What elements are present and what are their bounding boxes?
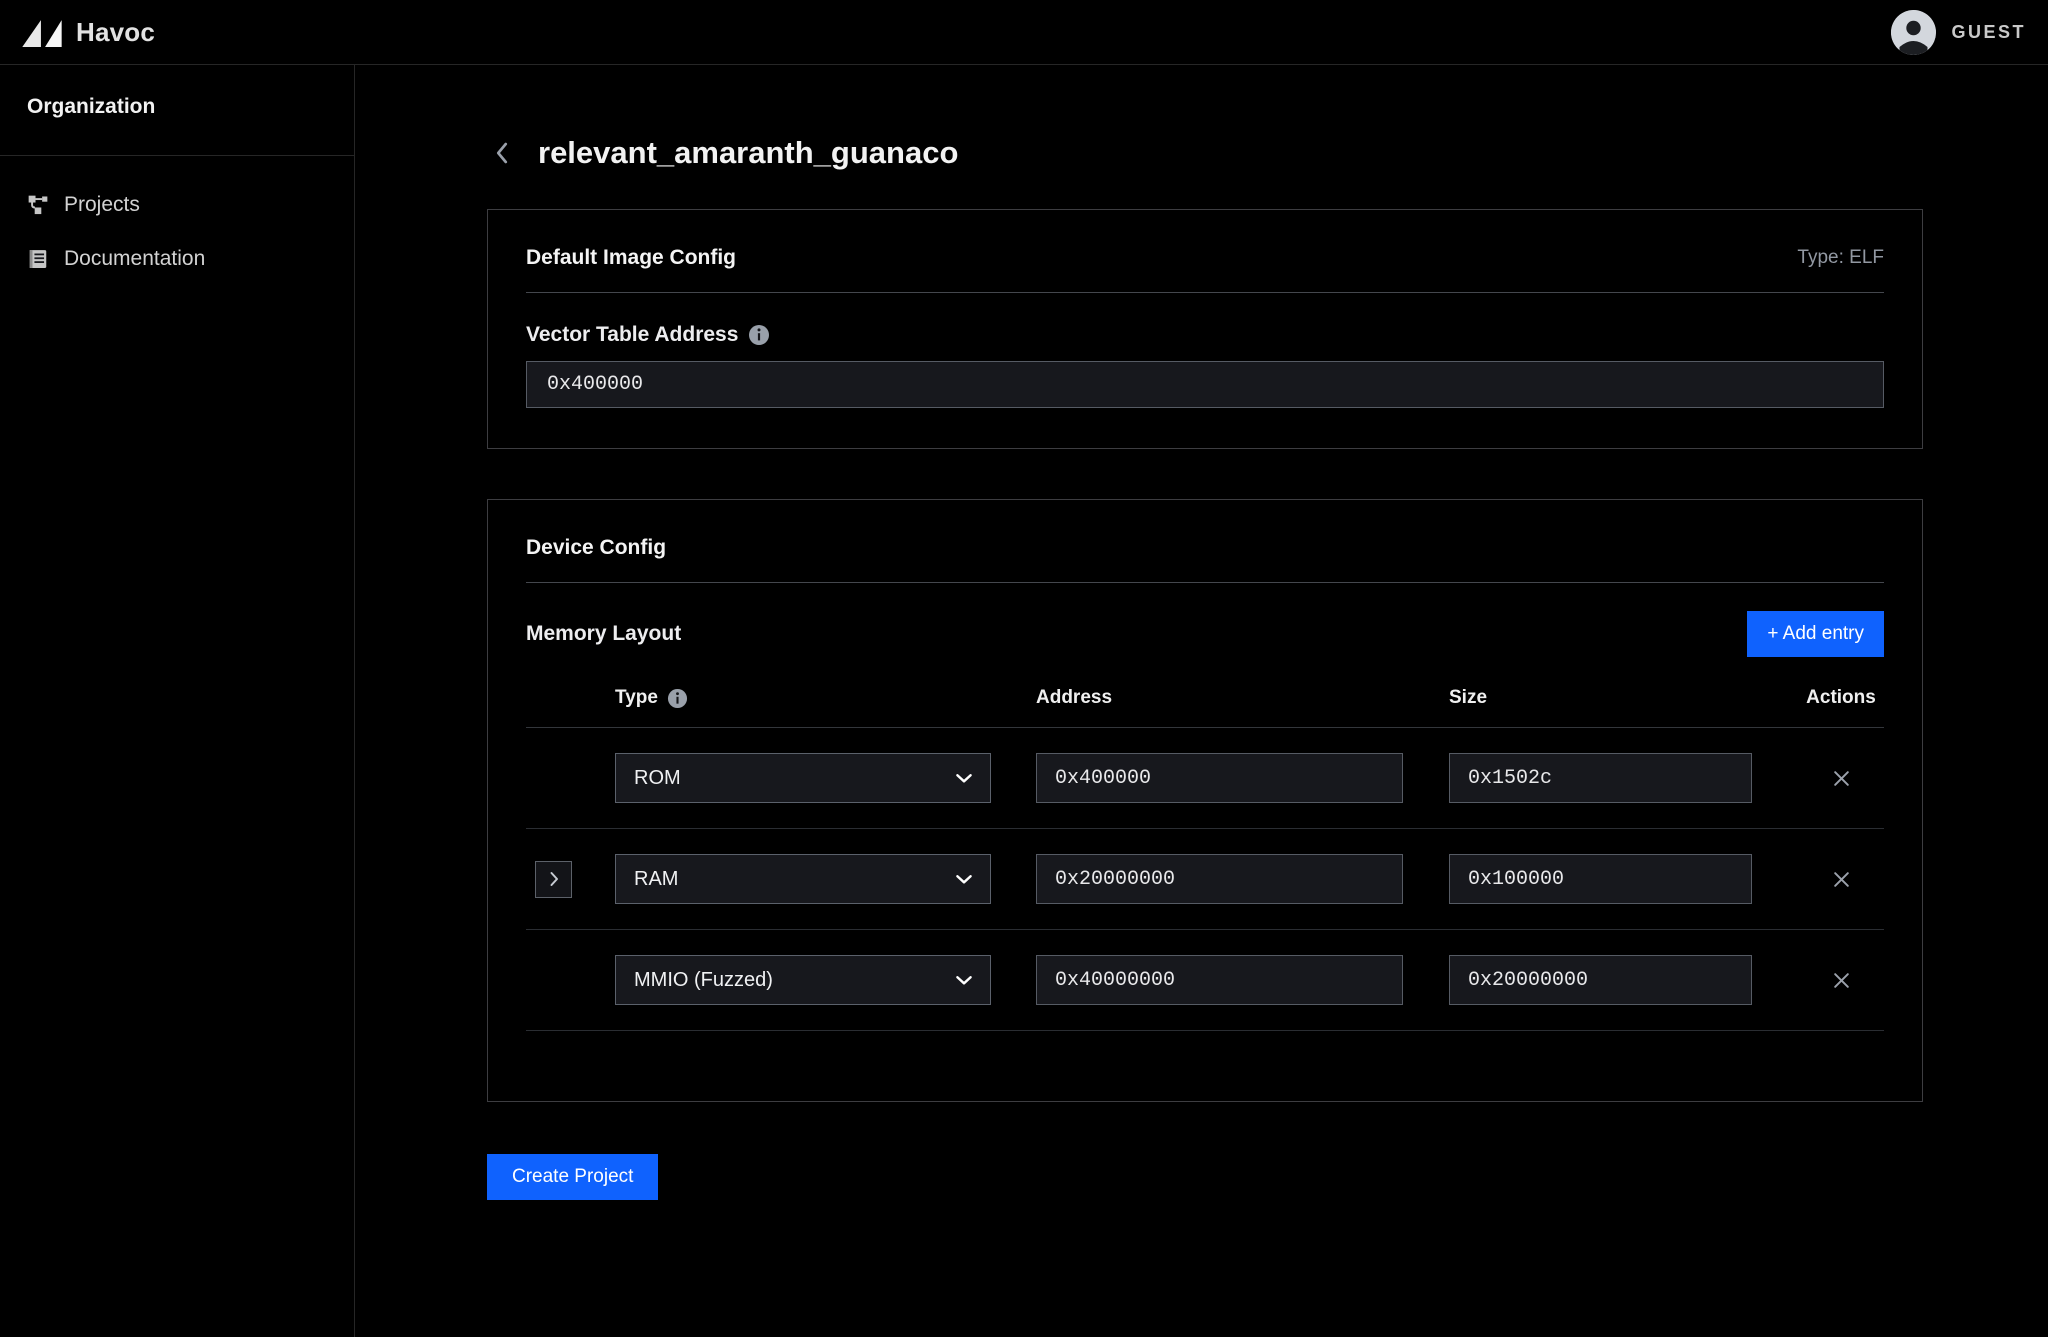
address-input[interactable] — [1036, 854, 1403, 904]
memory-row-ram: RAM — [526, 829, 1884, 930]
size-input[interactable] — [1449, 753, 1752, 803]
create-project-button[interactable]: Create Project — [487, 1154, 658, 1200]
sidebar-item-label: Projects — [64, 193, 140, 217]
sidebar-section-organization: Organization — [0, 65, 354, 156]
remove-row-button[interactable] — [1826, 763, 1857, 794]
memory-row-mmio: MMIO (Fuzzed) — [526, 930, 1884, 1031]
expand-row-button[interactable] — [535, 861, 572, 898]
address-input[interactable] — [1036, 753, 1403, 803]
column-type: Type — [615, 687, 1036, 709]
page-header: relevant_amaranth_guanaco — [487, 135, 1923, 171]
page-title: relevant_amaranth_guanaco — [538, 135, 958, 171]
sidebar-nav: Projects Documentation — [0, 156, 354, 286]
divider — [526, 292, 1884, 293]
column-address: Address — [1036, 687, 1449, 709]
type-select[interactable]: RAM — [615, 854, 991, 904]
info-icon[interactable] — [667, 688, 688, 709]
type-select-value: ROM — [634, 767, 681, 790]
memory-table-header: Type Address Size Actions — [526, 687, 1884, 728]
image-type-label: Type: ELF — [1797, 247, 1884, 269]
vector-table-address-input[interactable] — [526, 361, 1884, 408]
card-title: Default Image Config — [526, 246, 736, 270]
type-select[interactable]: MMIO (Fuzzed) — [615, 955, 991, 1005]
book-icon — [27, 248, 49, 270]
app-window: Havoc GUEST Organization — [0, 0, 2048, 1337]
back-button[interactable] — [487, 136, 517, 170]
default-image-config-card: Default Image Config Type: ELF Vector Ta… — [487, 209, 1923, 449]
sidebar-item-projects[interactable]: Projects — [0, 178, 354, 232]
address-input[interactable] — [1036, 955, 1403, 1005]
sidebar: Organization Projects — [0, 65, 355, 1337]
column-actions: Actions — [1798, 687, 1884, 709]
close-icon — [1830, 969, 1853, 992]
user-name-label: GUEST — [1951, 22, 2026, 43]
size-input[interactable] — [1449, 854, 1752, 904]
size-input[interactable] — [1449, 955, 1752, 1005]
vector-table-address-label: Vector Table Address — [526, 323, 1884, 347]
user-menu[interactable]: GUEST — [1891, 10, 2026, 55]
user-avatar-icon — [1891, 10, 1936, 55]
remove-row-button[interactable] — [1826, 864, 1857, 895]
device-config-card: Device Config Memory Layout + Add entry … — [487, 499, 1923, 1102]
remove-row-button[interactable] — [1826, 965, 1857, 996]
top-navbar: Havoc GUEST — [0, 0, 2048, 65]
memory-row-rom: ROM — [526, 728, 1884, 829]
chevron-down-icon — [953, 868, 975, 890]
divider — [526, 582, 1884, 583]
add-entry-button[interactable]: + Add entry — [1747, 611, 1884, 657]
havoc-logo-icon — [22, 18, 64, 47]
sidebar-item-documentation[interactable]: Documentation — [0, 232, 354, 286]
chevron-left-icon — [489, 138, 515, 168]
chevron-down-icon — [953, 969, 975, 991]
memory-layout-label: Memory Layout — [526, 622, 681, 646]
type-select-value: MMIO (Fuzzed) — [634, 969, 773, 992]
close-icon — [1830, 868, 1853, 891]
card-title: Device Config — [526, 536, 666, 560]
type-select-value: RAM — [634, 868, 678, 891]
brand-name: Havoc — [76, 17, 155, 48]
close-icon — [1830, 767, 1853, 790]
flow-icon — [27, 194, 49, 216]
main-content: relevant_amaranth_guanaco Default Image … — [355, 65, 2048, 1337]
chevron-down-icon — [953, 767, 975, 789]
chevron-right-icon — [544, 869, 564, 889]
brand[interactable]: Havoc — [22, 17, 155, 48]
type-select[interactable]: ROM — [615, 753, 991, 803]
sidebar-item-label: Documentation — [64, 247, 205, 271]
column-type-label: Type — [615, 687, 658, 709]
info-icon[interactable] — [748, 324, 770, 346]
column-size: Size — [1449, 687, 1798, 709]
field-label-text: Vector Table Address — [526, 323, 738, 347]
